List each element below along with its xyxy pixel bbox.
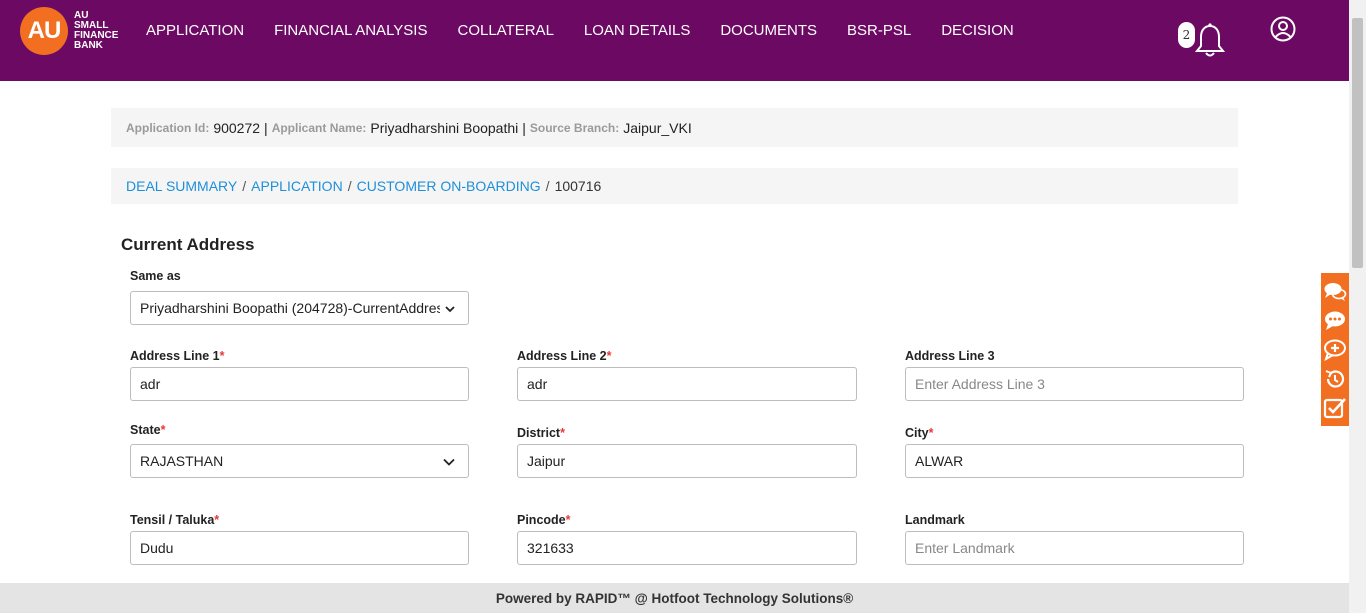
- nav-application[interactable]: APPLICATION: [146, 22, 244, 39]
- state-value: RAJASTHAN: [140, 453, 224, 469]
- user-profile-icon[interactable]: [1270, 16, 1296, 42]
- district-field[interactable]: [517, 444, 857, 478]
- nav-loan-details[interactable]: LOAN DETAILS: [584, 22, 690, 39]
- application-info-bar: Application Id: 900272 | Applicant Name:…: [111, 108, 1238, 147]
- side-toolbar: [1321, 273, 1349, 426]
- source-branch-value: Jaipur_VKI: [623, 119, 692, 136]
- chevron-down-icon: [443, 458, 455, 466]
- landmark-label: Landmark: [905, 513, 965, 527]
- city-input[interactable]: [915, 453, 1234, 469]
- nav-financial-analysis[interactable]: FINANCIAL ANALYSIS: [274, 22, 427, 39]
- applicant-name-value: Priyadharshini Boopathi: [370, 119, 519, 136]
- address-line1-label: Address Line 1*: [130, 349, 225, 363]
- breadcrumb: DEAL SUMMARY / APPLICATION / CUSTOMER ON…: [111, 168, 1238, 204]
- checklist-icon: [1323, 397, 1346, 418]
- city-field[interactable]: [905, 444, 1244, 478]
- scrollbar-thumb[interactable]: [1352, 18, 1363, 268]
- nav-documents[interactable]: DOCUMENTS: [720, 22, 817, 39]
- address-line1-input[interactable]: [140, 376, 459, 392]
- address-line3-input[interactable]: [915, 376, 1234, 392]
- same-as-select[interactable]: Priyadharshini Boopathi (204728)-Current…: [130, 291, 469, 325]
- add-comment-icon: [1324, 339, 1346, 361]
- bell-icon: [1194, 23, 1226, 57]
- city-label: City*: [905, 426, 934, 440]
- taluka-field[interactable]: [130, 531, 469, 565]
- address-line2-input[interactable]: [527, 376, 847, 392]
- chat-button[interactable]: [1322, 277, 1348, 306]
- chat-icon: [1324, 282, 1347, 301]
- address-line2-label: Address Line 2*: [517, 349, 612, 363]
- main-nav: APPLICATION FINANCIAL ANALYSIS COLLATERA…: [146, 22, 1044, 39]
- pincode-field[interactable]: [517, 531, 857, 565]
- district-input[interactable]: [527, 453, 847, 469]
- address-line1-field[interactable]: [130, 367, 469, 401]
- address-line3-field[interactable]: [905, 367, 1244, 401]
- nav-decision[interactable]: DECISION: [941, 22, 1014, 39]
- info-separator: |: [522, 119, 526, 136]
- section-title: Current Address: [121, 235, 255, 254]
- address-line3-label: Address Line 3: [905, 349, 995, 363]
- breadcrumb-application[interactable]: APPLICATION: [251, 178, 343, 194]
- breadcrumb-separator: /: [347, 178, 352, 194]
- landmark-input[interactable]: [915, 540, 1234, 556]
- state-label: State*: [130, 423, 166, 437]
- state-select[interactable]: RAJASTHAN: [130, 444, 469, 478]
- chevron-down-icon: [445, 306, 455, 313]
- history-button[interactable]: [1322, 364, 1348, 393]
- source-branch-label: Source Branch:: [529, 120, 620, 135]
- applicant-name-label: Applicant Name:: [271, 120, 367, 135]
- top-navbar: AU AU SMALL FINANCE BANK APPLICATION FIN…: [0, 0, 1349, 81]
- logo-mark: AU: [20, 7, 68, 55]
- application-id-label: Application Id:: [126, 120, 210, 135]
- breadcrumb-separator: /: [545, 178, 550, 194]
- logo-text: SMALL FINANCE BANK: [74, 20, 119, 51]
- taluka-label: Tensil / Taluka*: [130, 513, 220, 527]
- notifications-button[interactable]: 2: [1178, 20, 1228, 58]
- comment-button[interactable]: [1322, 306, 1348, 335]
- same-as-label: Same as: [130, 269, 181, 283]
- history-icon: [1325, 369, 1345, 388]
- pincode-label: Pincode*: [517, 513, 571, 527]
- page-footer: Powered by RAPID™ @ Hotfoot Technology S…: [0, 583, 1349, 613]
- bank-logo[interactable]: AU AU SMALL FINANCE BANK: [20, 7, 134, 55]
- breadcrumb-separator: /: [242, 178, 247, 194]
- info-separator: |: [264, 119, 268, 136]
- district-label: District*: [517, 426, 565, 440]
- landmark-field[interactable]: [905, 531, 1244, 565]
- pincode-input[interactable]: [527, 540, 847, 556]
- nav-collateral[interactable]: COLLATERAL: [457, 22, 553, 39]
- taluka-input[interactable]: [140, 540, 459, 556]
- address-line2-field[interactable]: [517, 367, 857, 401]
- nav-bsr-psl[interactable]: BSR-PSL: [847, 22, 911, 39]
- breadcrumb-current: 100716: [554, 178, 602, 194]
- same-as-value: Priyadharshini Boopathi (204728)-Current…: [140, 300, 440, 316]
- breadcrumb-deal-summary[interactable]: DEAL SUMMARY: [126, 178, 237, 194]
- breadcrumb-customer-onboarding[interactable]: CUSTOMER ON-BOARDING: [357, 178, 541, 194]
- checklist-button[interactable]: [1322, 393, 1348, 422]
- notification-count-badge: 2: [1178, 22, 1195, 48]
- add-comment-button[interactable]: [1322, 335, 1348, 364]
- application-id-value: 900272: [213, 119, 261, 136]
- comment-icon: [1325, 311, 1345, 330]
